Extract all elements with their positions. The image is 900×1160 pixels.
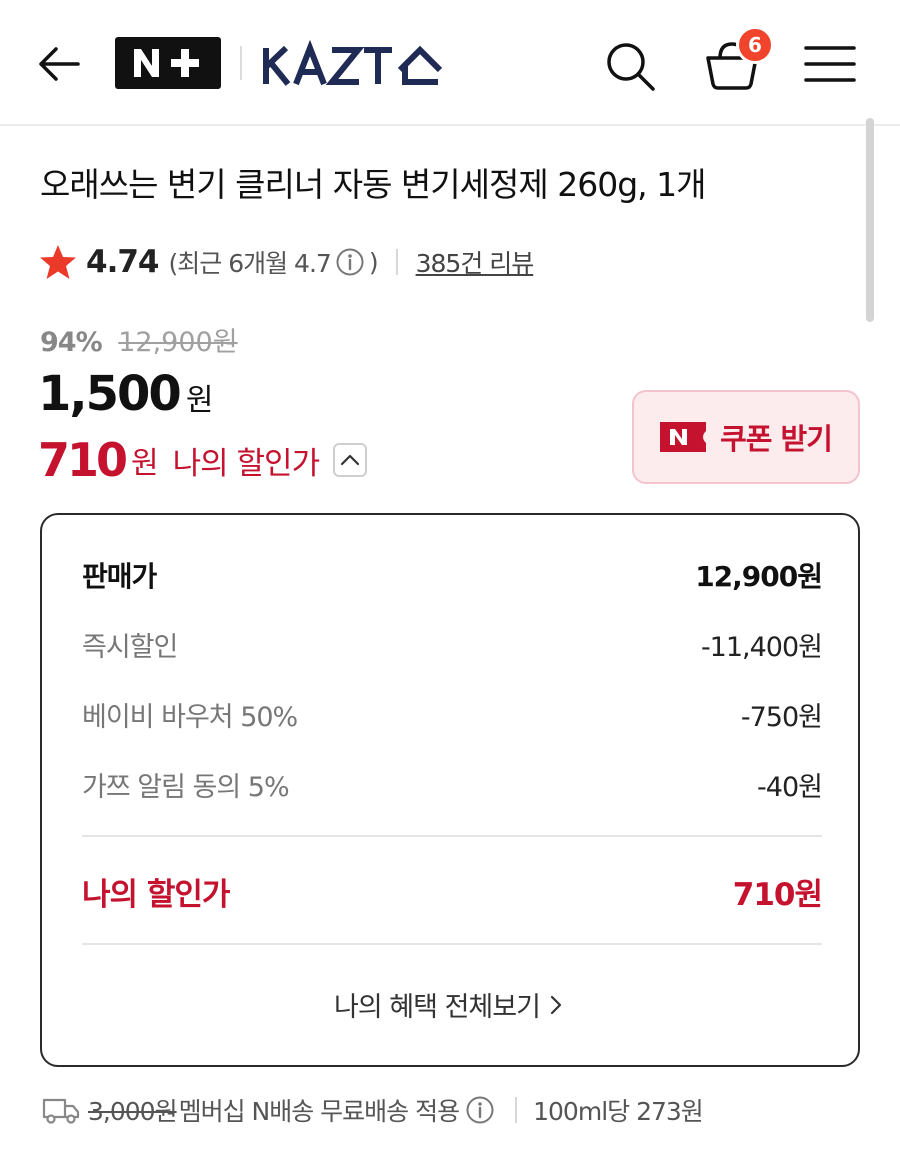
breakdown-row-final: 나의 할인가 710원 <box>82 869 823 914</box>
naver-plus-store-logo[interactable] <box>115 37 221 89</box>
shipping-fee: 3,000원 <box>88 1097 178 1126</box>
breakdown-label: 판매가 <box>82 560 157 593</box>
breakdown-value: 12,900원 <box>695 560 823 593</box>
my-discount-price: 710 원 나의 할인가 <box>38 432 368 488</box>
breakdown-row-instant-discount: 즉시할인 -11,400원 <box>82 625 823 664</box>
rating-row: 4.74 (최근 6개월 4.7 ) 385건 리뷰 <box>38 240 535 284</box>
breakdown-label: 베이비 바우처 50% <box>82 702 298 733</box>
recent-rating: (최근 6개월 4.7 ) <box>168 244 379 280</box>
shipping-text: 멤버십 N배송 무료배송 적용 <box>178 1097 461 1126</box>
recent-rating-label: (최근 6개월 4.7 <box>168 249 332 278</box>
info-icon[interactable] <box>465 1095 495 1125</box>
sale-price-unit: 원 <box>185 383 214 418</box>
star-icon <box>40 245 76 279</box>
divider <box>515 1097 518 1123</box>
price-breakdown-card: 판매가 12,900원 즉시할인 -11,400원 베이비 바우처 50% -7… <box>40 513 860 1067</box>
breakdown-label: 즉시할인 <box>82 632 178 663</box>
original-price: 12,900원 <box>118 327 238 358</box>
shipping-row: 3,000원 멤버십 N배송 무료배송 적용 100ml당 273원 <box>42 1088 704 1132</box>
final-label: 나의 할인가 <box>82 877 230 913</box>
info-icon[interactable] <box>335 247 365 277</box>
rating-score: 4.74 <box>86 244 159 280</box>
top-header: 6 <box>0 0 900 126</box>
breakdown-row-sale-price: 판매가 12,900원 <box>82 555 823 595</box>
naver-coupon-icon <box>660 422 707 452</box>
truck-icon <box>42 1098 80 1124</box>
breakdown-label: 가쯔 알림 동의 5% <box>82 772 290 803</box>
unit-price: 100ml당 273원 <box>533 1097 704 1126</box>
card-divider <box>82 835 822 837</box>
coupon-label: 쿠폰 받기 <box>720 422 833 456</box>
discount-rate: 94% <box>40 327 103 358</box>
breakdown-row-baby-voucher: 베이비 바우처 50% -750원 <box>82 695 823 734</box>
cart-count-badge: 6 <box>736 26 774 64</box>
breakdown-value: -750원 <box>740 702 823 733</box>
kazt-brand-logo[interactable] <box>260 34 445 92</box>
sale-price-value: 1,500 <box>38 366 182 422</box>
my-price-value: 710 <box>38 433 128 487</box>
sale-price: 1,500 원 <box>38 366 213 422</box>
card-divider <box>82 943 822 945</box>
view-all-benefits-link[interactable]: 나의 혜택 전체보기 <box>42 985 858 1024</box>
final-value: 710원 <box>732 877 823 913</box>
recent-rating-close: ) <box>368 247 379 277</box>
product-title: 오래쓰는 변기 클리너 자동 변기세정제 260g, 1개 <box>40 165 706 204</box>
chevron-right-icon <box>550 995 562 1014</box>
breakdown-value: -11,400원 <box>700 632 823 663</box>
scrollbar[interactable] <box>866 118 874 322</box>
breakdown-row-notification-consent: 가쯔 알림 동의 5% -40원 <box>82 765 823 804</box>
my-price-unit: 원 <box>131 446 159 481</box>
chevron-up-icon <box>341 454 360 466</box>
search-icon[interactable] <box>602 38 658 94</box>
logo-divider <box>240 46 242 80</box>
divider <box>395 249 398 275</box>
get-coupon-button[interactable]: 쿠폰 받기 <box>632 390 860 484</box>
hamburger-menu-icon[interactable] <box>804 44 856 84</box>
breakdown-value: -40원 <box>757 772 823 803</box>
my-price-label: 나의 할인가 <box>172 445 320 482</box>
discount-row: 94% 12,900원 <box>40 320 238 359</box>
back-arrow-icon[interactable] <box>34 40 86 88</box>
view-all-label: 나의 혜택 전체보기 <box>334 992 541 1023</box>
review-count-link[interactable]: 385건 리뷰 <box>416 244 535 280</box>
collapse-toggle-button[interactable] <box>333 443 368 477</box>
